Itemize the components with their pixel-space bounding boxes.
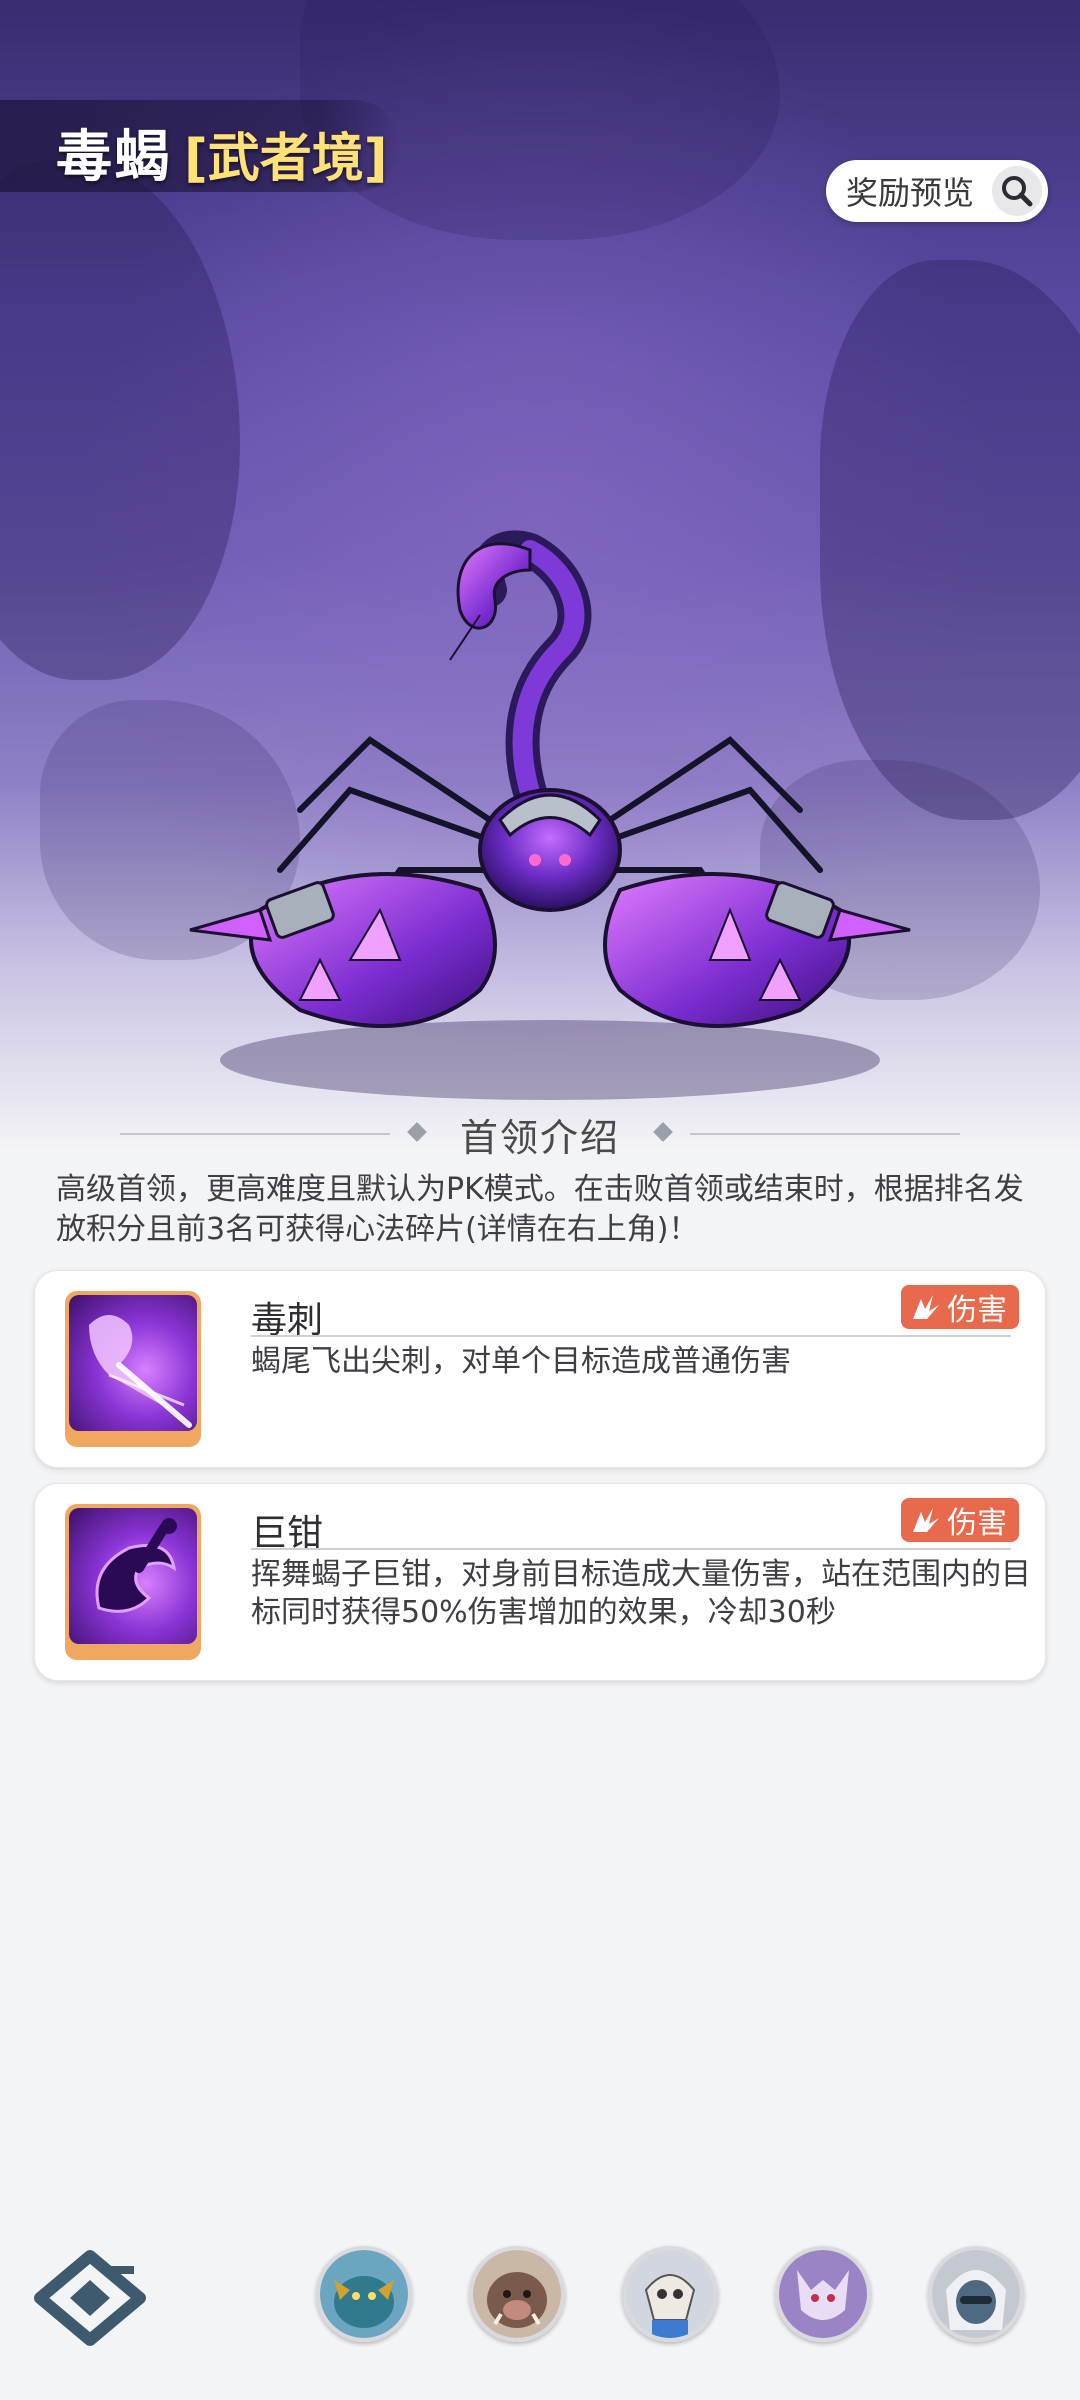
giant-pincer-icon xyxy=(69,1508,197,1644)
intro-description: 高级首领，更高难度且默认为PK模式。在击败首领或结束时，根据排名发放积分且前3名… xyxy=(56,1172,1024,1247)
skill-divider xyxy=(251,1335,1011,1337)
avatar-fish-boss[interactable] xyxy=(316,2246,412,2342)
boss-hero-background: 毒蝎 [武者境] 奖励预览 xyxy=(0,0,1080,1150)
game-logo-icon[interactable] xyxy=(34,2250,146,2346)
avatar-masked-boss[interactable] xyxy=(928,2246,1024,2342)
intro-heading-row: 首领介绍 xyxy=(120,1105,960,1165)
skill-divider xyxy=(251,1548,1011,1550)
skill-card[interactable]: 巨钳 伤害 挥舞蝎子巨钳，对身前目标造成大量伤害，站在范围内的目标同时获得50%… xyxy=(34,1483,1046,1681)
scorpion-boss-illustration xyxy=(189,530,911,1100)
search-icon xyxy=(992,166,1042,216)
boss-name: 毒蝎 xyxy=(56,125,172,190)
skill-description: 挥舞蝎子巨钳，对身前目标造成大量伤害，站在范围内的目标同时获得50%伤害增加的效… xyxy=(251,1557,1031,1630)
avatar-wolf-boss[interactable] xyxy=(775,2246,871,2342)
skill-description: 蝎尾飞出尖刺，对单个目标造成普通伤害 xyxy=(251,1344,791,1379)
damage-tag-label: 伤害 xyxy=(947,1506,1007,1541)
reward-preview-label: 奖励预览 xyxy=(846,174,975,212)
skill-icon-frame xyxy=(65,1504,201,1660)
avatar-boar-boss[interactable] xyxy=(469,2246,565,2342)
damage-tag-label: 伤害 xyxy=(947,1293,1007,1328)
damage-tag: 伤害 xyxy=(901,1285,1019,1329)
boss-tier: [武者境] xyxy=(184,129,388,189)
bottom-boss-nav xyxy=(0,2220,1080,2400)
reward-preview-button[interactable]: 奖励预览 xyxy=(826,160,1048,222)
damage-icon xyxy=(913,1508,939,1532)
damage-icon xyxy=(913,1295,939,1319)
avatar-skull-boss[interactable] xyxy=(622,2246,718,2342)
damage-tag: 伤害 xyxy=(901,1498,1019,1542)
skill-card[interactable]: 毒刺 伤害 蝎尾飞出尖刺，对单个目标造成普通伤害 xyxy=(34,1270,1046,1468)
poison-sting-icon xyxy=(69,1295,197,1431)
skill-icon-frame xyxy=(65,1291,201,1447)
